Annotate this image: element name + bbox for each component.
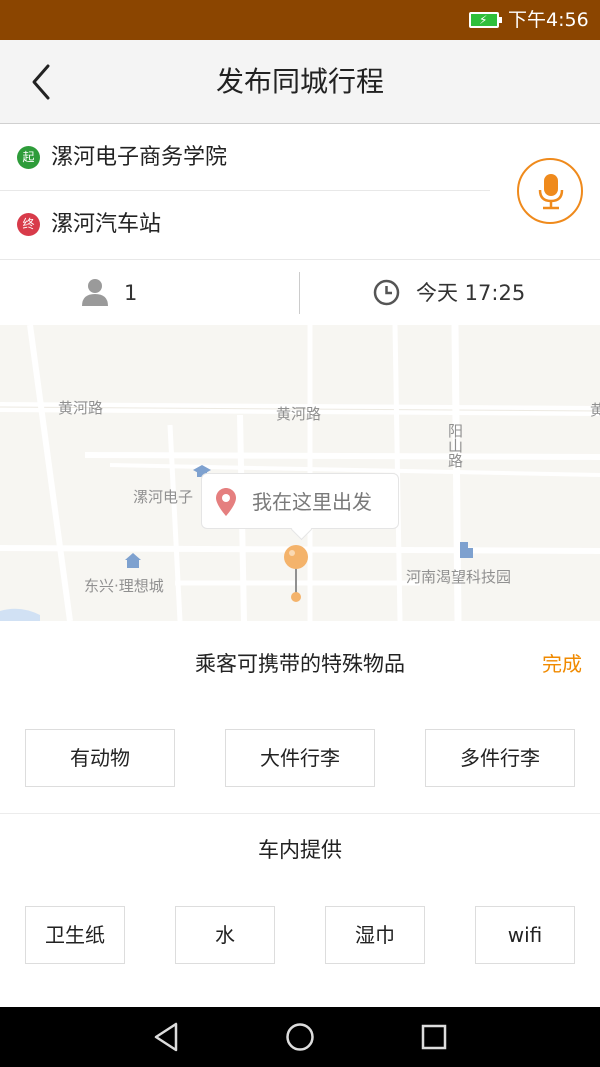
system-nav-bar: [0, 1007, 600, 1067]
special-items-sheet: 乘客可携带的特殊物品 完成 有动物 大件行李 多件行李 车内提供 卫生纸 水 湿…: [0, 621, 600, 1007]
map-view[interactable]: 黄河路 黄河路 阳山路 黄 漯河电子 东兴·理想城 河南渴望科技园 我在这里出发: [0, 325, 600, 621]
end-badge: 终: [17, 213, 40, 236]
divider: [0, 813, 600, 814]
departure-time: 今天 17:25: [416, 281, 526, 305]
person-icon: [82, 279, 108, 306]
trip-options-row: 1 今天 17:25: [0, 259, 600, 325]
item-multiple-luggage[interactable]: 多件行李: [425, 729, 575, 787]
departure-time-selector[interactable]: 今天 17:25: [300, 260, 600, 326]
provided-water[interactable]: 水: [175, 906, 275, 964]
item-large-luggage[interactable]: 大件行李: [225, 729, 375, 787]
start-badge: 起: [17, 146, 40, 169]
page-title: 发布同城行程: [215, 65, 384, 98]
status-bar: ⚡ 下午4:56: [0, 0, 600, 40]
provided-tissue[interactable]: 卫生纸: [25, 906, 125, 964]
battery-icon: ⚡: [469, 12, 502, 28]
item-animal[interactable]: 有动物: [25, 729, 175, 787]
end-location-row[interactable]: 终 漯河汽车站: [0, 192, 490, 258]
end-location: 漯河汽车站: [51, 212, 162, 237]
provided-wifi[interactable]: wifi: [475, 906, 575, 964]
map-dim-overlay: [0, 325, 600, 621]
passenger-count: 1: [124, 281, 138, 305]
home-nav-icon[interactable]: [284, 1021, 316, 1053]
sheet-title: 乘客可携带的特殊物品: [195, 652, 405, 676]
header: 发布同城行程: [0, 40, 600, 124]
status-time: 下午4:56: [508, 9, 589, 31]
recents-nav-icon[interactable]: [419, 1021, 449, 1053]
done-button[interactable]: 完成: [542, 649, 582, 679]
section-title-provided: 车内提供: [258, 838, 342, 862]
voice-input-button[interactable]: [517, 158, 583, 224]
provided-wet-wipes[interactable]: 湿巾: [325, 906, 425, 964]
clock-icon: [373, 279, 400, 306]
start-location-row[interactable]: 起 漯河电子商务学院: [0, 125, 490, 191]
start-location: 漯河电子商务学院: [51, 145, 228, 170]
route-card: 起 漯河电子商务学院 终 漯河汽车站 1 今天 17:25: [0, 125, 600, 325]
passenger-selector[interactable]: 1: [0, 260, 299, 326]
back-nav-icon[interactable]: [152, 1021, 182, 1053]
microphone-icon: [538, 174, 564, 210]
